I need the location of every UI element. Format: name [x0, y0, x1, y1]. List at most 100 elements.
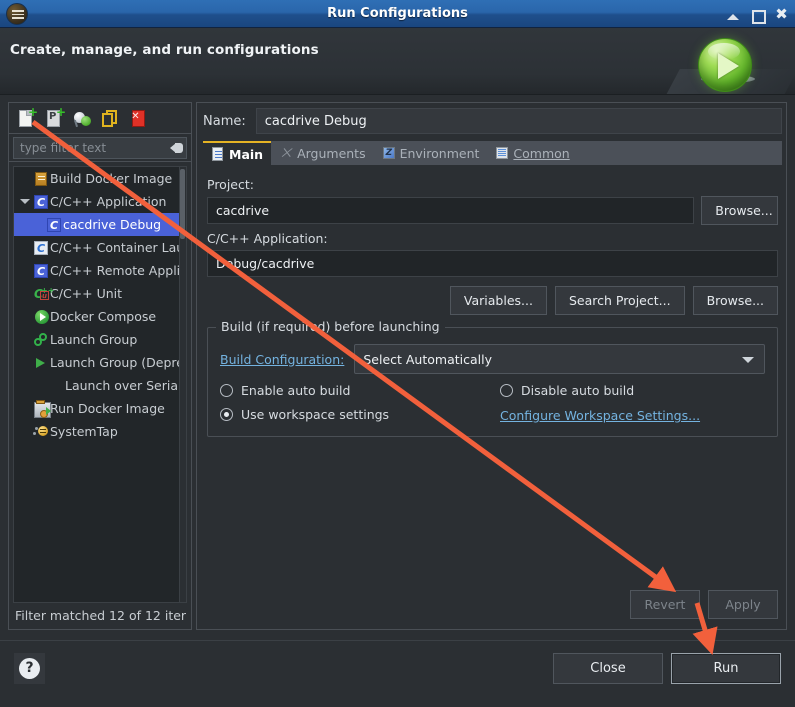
tree-item-c-cpp-application[interactable]: C/C++ Application [14, 190, 186, 213]
help-icon: ? [19, 658, 40, 679]
radio-label: Use workspace settings [241, 407, 390, 422]
configurations-panel: P ✕ Build Docke [8, 102, 192, 630]
search-project-button[interactable]: Search Project... [554, 286, 685, 315]
docker-image-icon [33, 171, 50, 187]
tree-item-launch-over-serial[interactable]: Launch over Serial [14, 374, 186, 397]
run-docker-image-icon [34, 399, 51, 418]
close-icon[interactable]: ✖ [774, 6, 789, 22]
minimize-icon[interactable] [726, 7, 741, 22]
tree-item-label: Launch Group (Depre [50, 355, 184, 370]
tree-twisty-expanded-icon[interactable] [20, 190, 33, 213]
tree-item-launch-group-deprecated[interactable]: Launch Group (Depre [14, 351, 186, 374]
footer-buttons: Close Run [553, 653, 781, 684]
tab-label: Environment [399, 145, 480, 161]
window-controls: ✖ [726, 0, 789, 28]
orb-gloss [708, 43, 740, 60]
new-launch-configuration-icon[interactable] [17, 109, 36, 128]
configure-workspace-settings-link[interactable]: Configure Workspace Settings... [500, 408, 700, 423]
chevron-down-icon [742, 357, 754, 363]
tab-environment[interactable]: Environment [374, 141, 488, 165]
tree-item-label: SystemTap [50, 424, 118, 439]
radio-disable-auto-build[interactable]: Disable auto build [500, 383, 765, 398]
project-row: Browse... [207, 196, 778, 225]
window-titlebar: Run Configurations ✖ [0, 0, 795, 28]
radio-indicator [500, 384, 513, 397]
environment-tab-icon [382, 146, 396, 160]
systemtap-icon [33, 424, 50, 440]
launch-group-icon [33, 332, 50, 348]
tree-item-label: cacdrive Debug [63, 217, 162, 232]
tab-main[interactable]: Main [203, 141, 272, 165]
tree-item-label: C/C++ Application [50, 194, 167, 209]
radio-enable-auto-build[interactable]: Enable auto build [220, 383, 500, 398]
filter-status-text: Filter matched 12 of 12 iter [15, 608, 187, 623]
close-button[interactable]: Close [553, 653, 663, 684]
main-tab-icon [211, 147, 225, 161]
build-options-grid: Enable auto build Disable auto build Use… [220, 383, 765, 424]
main-tab-form: Project: Browse... C/C++ Application: Va… [197, 165, 788, 629]
tree-item-label: Launch over Serial [65, 378, 182, 393]
tree-scrollbar[interactable] [179, 167, 186, 602]
duplicate-launch-configuration-icon[interactable] [101, 109, 120, 128]
tab-label: Main [229, 146, 264, 162]
apply-button[interactable]: Apply [708, 590, 778, 619]
application-browse-button[interactable]: Browse... [692, 286, 778, 315]
configurations-tree[interactable]: Build Docker Image C/C++ Application cac… [13, 166, 187, 603]
revert-apply-row: Revert Apply [630, 590, 778, 619]
maximize-icon[interactable] [750, 7, 766, 24]
tab-arguments[interactable]: Arguments [271, 141, 374, 165]
tree-item-c-cpp-remote-application[interactable]: C/C++ Remote Applic [14, 259, 186, 282]
run-button[interactable]: Run [671, 653, 781, 684]
window-title: Run Configurations [327, 6, 468, 21]
tree-item-c-cpp-unit[interactable]: C ++ u C/C++ Unit [14, 282, 186, 305]
project-browse-button[interactable]: Browse... [701, 196, 778, 225]
tree-item-systemtap[interactable]: SystemTap [14, 420, 186, 443]
tree-item-label: Launch Group [50, 332, 138, 347]
revert-button[interactable]: Revert [630, 590, 700, 619]
tree-item-docker-compose[interactable]: Docker Compose [14, 305, 186, 328]
tree-twisty [20, 167, 33, 190]
name-row: Name: [197, 103, 788, 139]
cdt-app-icon [33, 194, 50, 210]
delete-launch-configuration-icon[interactable]: ✕ [129, 109, 148, 128]
configuration-name-input[interactable] [255, 108, 782, 134]
new-launch-configuration-prototype-icon[interactable]: P [45, 109, 64, 128]
tree-item-run-docker-image[interactable]: Run Docker Image [14, 397, 186, 420]
help-button[interactable]: ? [14, 653, 45, 684]
cdt-remote-icon [33, 263, 50, 279]
cdt-container-icon [33, 240, 50, 256]
radio-indicator [220, 408, 233, 421]
export-launch-configuration-icon[interactable] [73, 109, 92, 128]
application-input[interactable] [207, 250, 778, 277]
build-configuration-select[interactable]: Select Automatically [354, 344, 765, 374]
docker-compose-icon [33, 309, 50, 325]
application-buttons: Variables... Search Project... Browse... [207, 286, 778, 315]
radio-indicator [220, 384, 233, 397]
radio-label: Enable auto build [241, 383, 351, 398]
build-configuration-row: Build Configuration: Select Automaticall… [220, 344, 765, 374]
variables-button[interactable]: Variables... [449, 286, 547, 315]
tree-item-label: Docker Compose [50, 309, 157, 324]
cdt-app-icon [46, 217, 63, 233]
search-input[interactable] [13, 137, 187, 159]
tree-scrollbar-thumb[interactable] [180, 169, 185, 239]
tab-common[interactable]: Common [487, 141, 577, 165]
tree-item-label: Run Docker Image [50, 401, 165, 416]
tree-item-c-cpp-container-launcher[interactable]: C/C++ Container Lau [14, 236, 186, 259]
tree-item-label: C/C++ Remote Applic [50, 263, 186, 278]
build-group-title: Build (if required) before launching [216, 319, 445, 334]
tree-item-build-docker-image[interactable]: Build Docker Image [14, 167, 186, 190]
project-input[interactable] [207, 197, 695, 224]
filter-row [9, 134, 191, 162]
radio-use-workspace-settings[interactable]: Use workspace settings [220, 405, 500, 424]
project-label: Project: [207, 177, 254, 192]
dialog-footer: ? Close Run [0, 640, 795, 707]
configure-workspace-settings-cell: Configure Workspace Settings... [500, 405, 765, 424]
build-configuration-link[interactable]: Build Configuration: [220, 352, 344, 367]
tree-item-label: C/C++ Unit [50, 286, 123, 301]
configuration-editor-panel: Name: Main Arguments Environment [196, 102, 787, 630]
tree-item-cacdrive-debug[interactable]: cacdrive Debug [14, 213, 186, 236]
clear-filter-icon[interactable] [170, 141, 183, 154]
tree-item-launch-group[interactable]: Launch Group [14, 328, 186, 351]
run-orb-icon [698, 38, 752, 92]
